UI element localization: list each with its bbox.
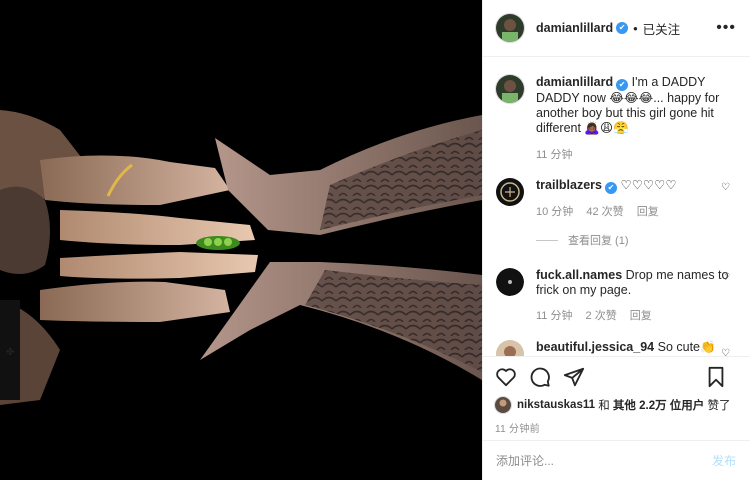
commenter-avatar[interactable] [496,268,524,296]
author-username[interactable]: damianlillard [536,21,613,35]
heart-outline-icon[interactable]: ♡ [721,182,730,193]
heart-outline-icon[interactable]: ♡ [721,272,730,283]
view-replies-label: 查看回复 (1) [568,235,629,247]
verified-badge-icon: ✔ [616,79,629,91]
verified-badge-icon: ✔ [605,182,618,194]
commenter-username[interactable]: fuck.all.names [536,268,622,282]
caption-time: 11 分钟 [536,149,573,161]
view-replies-button[interactable]: 查看回复 (1) [536,232,736,248]
separator-dot: • [633,20,638,36]
reply-button[interactable]: 回复 [630,310,652,322]
reply-button[interactable]: 回复 [637,206,659,218]
likes-others-count[interactable]: 其他 2.2万 位用户 [613,397,704,413]
caption: damianlillard ✔ I'm a DADDY DADDY now 😂😂😂… [496,75,736,163]
commenter-username[interactable]: beautiful.jessica_94 [536,340,654,354]
likes-summary: nikstauskas11 和 其他 2.2万 位用户 赞了 [495,397,738,413]
likes-suffix: 赞了 [707,400,731,412]
liker-username[interactable]: nikstauskas11 [517,399,595,411]
comment-likes[interactable]: 2 次赞 [586,310,617,322]
hands-illustration: ✤ [0,0,482,480]
bookmark-icon[interactable] [706,366,726,391]
caption-username[interactable]: damianlillard [536,75,613,89]
commenter-avatar[interactable] [496,178,524,206]
post-timestamp[interactable]: 11 分钟前 [495,420,738,435]
commenter-avatar[interactable] [496,340,524,356]
more-options-icon[interactable]: ••• [716,20,736,36]
post-comment-button[interactable]: 发布 [712,452,736,469]
comment-input[interactable] [496,453,712,468]
author-avatar[interactable] [496,14,524,42]
comment-item: beautiful.jessica_94 So cute👏 ♡ [496,340,736,356]
comment-text: ♡♡♡♡♡ [620,178,677,192]
post-sidebar: damianlillard ✔ • 已关注 ••• damianlillard ✔… [482,0,750,480]
post-photo[interactable]: ✤ [0,0,482,480]
verified-badge-icon: ✔ [616,22,629,34]
comment-time: 11 分钟 [536,310,573,322]
liker-avatar[interactable] [495,397,511,413]
caption-author-avatar[interactable] [496,75,524,103]
post-header: damianlillard ✔ • 已关注 ••• [483,0,750,57]
add-comment-bar: 发布 [483,440,750,480]
comment-icon[interactable] [529,366,551,391]
paper-plane-icon[interactable] [563,366,585,391]
following-button[interactable]: 已关注 [643,19,681,38]
heart-icon[interactable] [495,367,517,390]
heart-outline-icon[interactable]: ♡ [721,348,730,356]
comment-likes[interactable]: 42 次赞 [586,206,623,218]
divider-line [536,239,558,241]
commenter-username[interactable]: trailblazers [536,178,602,192]
likes-connector: 和 [598,400,610,412]
comments-list[interactable]: damianlillard ✔ I'm a DADDY DADDY now 😂😂😂… [483,58,750,356]
svg-text:✤: ✤ [6,347,14,358]
comment-item: trailblazers ✔ ♡♡♡♡♡ 10 分钟 42 次赞 回复 ♡ [496,178,736,220]
comment-time: 10 分钟 [536,206,574,218]
comment-text: So cute👏 [657,340,716,354]
comment-item: fuck.all.names Drop me names to frick on… [496,268,736,324]
post-actions: nikstauskas11 和 其他 2.2万 位用户 赞了 11 分钟前 [483,356,750,435]
